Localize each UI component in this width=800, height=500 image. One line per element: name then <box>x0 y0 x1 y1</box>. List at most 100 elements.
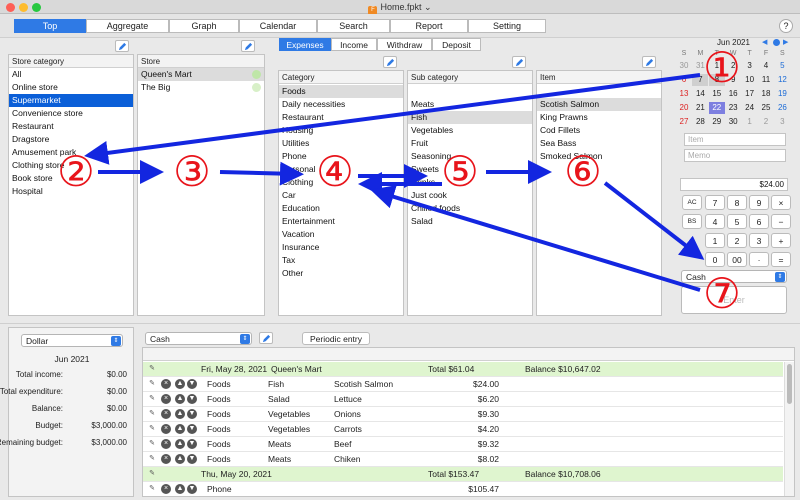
move-down-icon[interactable]: ▼ <box>187 409 197 419</box>
tab-top[interactable]: Top <box>14 19 86 33</box>
calendar-day[interactable]: 18 <box>758 88 774 100</box>
move-down-icon[interactable]: ▼ <box>187 394 197 404</box>
edit-category-button[interactable] <box>383 56 397 68</box>
calendar-day[interactable]: 4 <box>758 60 774 72</box>
keypad-key-0[interactable]: 0 <box>705 252 725 267</box>
category-item-clothing[interactable]: Clothing <box>279 176 403 189</box>
keypad-key-op34[interactable]: = <box>771 252 791 267</box>
account-select[interactable]: Cash ⇕ <box>145 332 252 345</box>
subcategory-item-chilled-foods[interactable]: Chilled foods <box>408 202 532 215</box>
move-down-icon[interactable]: ▼ <box>187 439 197 449</box>
calendar-day[interactable]: 22 <box>708 102 725 114</box>
calendar-day[interactable]: 25 <box>758 102 774 114</box>
item-input[interactable]: Item <box>684 133 786 146</box>
help-button[interactable]: ? <box>779 19 793 33</box>
move-down-icon[interactable]: ▼ <box>187 379 197 389</box>
calendar-day[interactable]: 27 <box>676 116 692 128</box>
item-smoked-salmon[interactable]: Smoked Salmon <box>537 150 661 163</box>
delete-icon[interactable]: × <box>161 454 171 464</box>
pencil-icon[interactable]: ✎ <box>147 484 157 494</box>
calendar-day[interactable]: 29 <box>709 116 725 128</box>
store-category-item-book-store[interactable]: Book store <box>9 172 133 185</box>
delete-icon[interactable]: × <box>161 424 171 434</box>
item-scotish-salmon[interactable]: Scotish Salmon <box>537 98 661 111</box>
keypad-key-1[interactable]: 1 <box>705 233 725 248</box>
category-item-restaurant[interactable]: Restaurant <box>279 111 403 124</box>
calendar-day[interactable]: 15 <box>709 88 725 100</box>
segment-income[interactable]: Income <box>331 38 377 51</box>
keypad-key-7[interactable]: 7 <box>705 195 725 210</box>
move-up-icon[interactable]: ▲ <box>175 379 185 389</box>
category-item-vacation[interactable]: Vacation <box>279 228 403 241</box>
tab-calendar[interactable]: Calendar <box>239 19 317 33</box>
category-item-housing[interactable]: Housing <box>279 124 403 137</box>
payment-select[interactable]: Cash ⇕ <box>681 270 787 283</box>
keypad-key-op04[interactable]: × <box>771 195 791 210</box>
calendar-day[interactable]: 14 <box>692 88 708 100</box>
keypad-key-op24[interactable]: + <box>771 233 791 248</box>
pencil-icon[interactable]: ✎ <box>147 469 157 479</box>
pencil-icon[interactable]: ✎ <box>147 364 157 374</box>
move-down-icon[interactable]: ▼ <box>187 484 197 494</box>
segment-deposit[interactable]: Deposit <box>432 38 481 51</box>
calendar-day[interactable]: 16 <box>725 88 741 100</box>
store-category-item-dragstore[interactable]: Dragstore <box>9 133 133 146</box>
subcategory-item-sweets[interactable]: Sweets <box>408 163 532 176</box>
pencil-icon[interactable]: ✎ <box>147 424 157 434</box>
keypad-key-9[interactable]: 9 <box>749 195 769 210</box>
keypad-key-4[interactable]: 4 <box>705 214 725 229</box>
prev-month-icon[interactable]: ◀ <box>762 39 769 46</box>
move-down-icon[interactable]: ▼ <box>187 454 197 464</box>
next-month-icon[interactable]: ▶ <box>783 39 790 46</box>
calendar-day[interactable]: 10 <box>742 74 758 86</box>
segment-expenses[interactable]: Expenses <box>279 38 331 51</box>
move-up-icon[interactable]: ▲ <box>175 409 185 419</box>
calendar-day[interactable]: 13 <box>676 88 692 100</box>
pencil-icon[interactable]: ✎ <box>147 439 157 449</box>
calendar-day[interactable]: 31 <box>692 60 708 72</box>
subcategory-item-salad[interactable]: Salad <box>408 215 532 228</box>
calendar-day[interactable]: 5 <box>774 60 790 72</box>
pencil-icon[interactable]: ✎ <box>147 454 157 464</box>
calendar-day[interactable]: 19 <box>774 88 790 100</box>
subcategory-item-fruit[interactable]: Fruit <box>408 137 532 150</box>
journal-entry-row[interactable]: ✎ × ▲ ▼ Foods Meats Beef $9.32 <box>143 437 783 452</box>
currency-select[interactable]: Dollar ⇕ <box>21 334 123 347</box>
journal-scrollbar[interactable] <box>784 362 794 496</box>
periodic-entry-button[interactable]: Periodic entry <box>302 332 370 345</box>
delete-icon[interactable]: × <box>161 394 171 404</box>
calendar-day[interactable]: 30 <box>676 60 692 72</box>
journal-date-row[interactable]: ✎ Thu, May 20, 2021 Total $153.47 Balance $… <box>143 467 783 482</box>
edit-store-button[interactable] <box>241 40 255 52</box>
move-up-icon[interactable]: ▲ <box>175 454 185 464</box>
keypad-key-6[interactable]: 6 <box>749 214 769 229</box>
split-divider[interactable] <box>0 320 800 324</box>
delete-icon[interactable]: × <box>161 484 171 494</box>
category-item-car[interactable]: Car <box>279 189 403 202</box>
subcategory-item-drinks[interactable]: Drinks <box>408 176 532 189</box>
calendar-day[interactable]: 26 <box>774 102 790 114</box>
keypad-key-op33[interactable]: · <box>749 252 769 267</box>
category-item-education[interactable]: Education <box>279 202 403 215</box>
calendar-day[interactable]: 2 <box>725 60 741 72</box>
journal-entry-row[interactable]: ✎ × ▲ ▼ Phone $105.47 <box>143 482 783 496</box>
store-item-queens-mart[interactable]: Queen's Mart <box>138 68 264 81</box>
store-category-item-all[interactable]: All <box>9 68 133 81</box>
calendar-day[interactable]: 17 <box>742 88 758 100</box>
store-category-item-amusement-park[interactable]: Amusement park <box>9 146 133 159</box>
keypad-key-3[interactable]: 3 <box>749 233 769 248</box>
keypad-key-8[interactable]: 8 <box>727 195 747 210</box>
subcategory-item-meats[interactable]: Meats <box>408 98 532 111</box>
subcategory-item-vegetables[interactable]: Vegetables <box>408 124 532 137</box>
store-item-the-big[interactable]: The Big <box>138 81 264 94</box>
move-up-icon[interactable]: ▲ <box>175 484 185 494</box>
calendar-day[interactable]: 8 <box>708 74 725 86</box>
tab-search[interactable]: Search <box>317 19 390 33</box>
calendar-day[interactable]: 21 <box>692 102 708 114</box>
journal-entry-row[interactable]: ✎ × ▲ ▼ Foods Salad Lettuce $6.20 <box>143 392 783 407</box>
category-item-entertainment[interactable]: Entertainment <box>279 215 403 228</box>
subcategory-item-fish[interactable]: Fish <box>408 111 532 124</box>
journal-date-row[interactable]: ✎ Fri, May 28, 2021 Queen's Mart Total $61.… <box>143 362 783 377</box>
item-king-prawns[interactable]: King Prawns <box>537 111 661 124</box>
delete-icon[interactable]: × <box>161 379 171 389</box>
